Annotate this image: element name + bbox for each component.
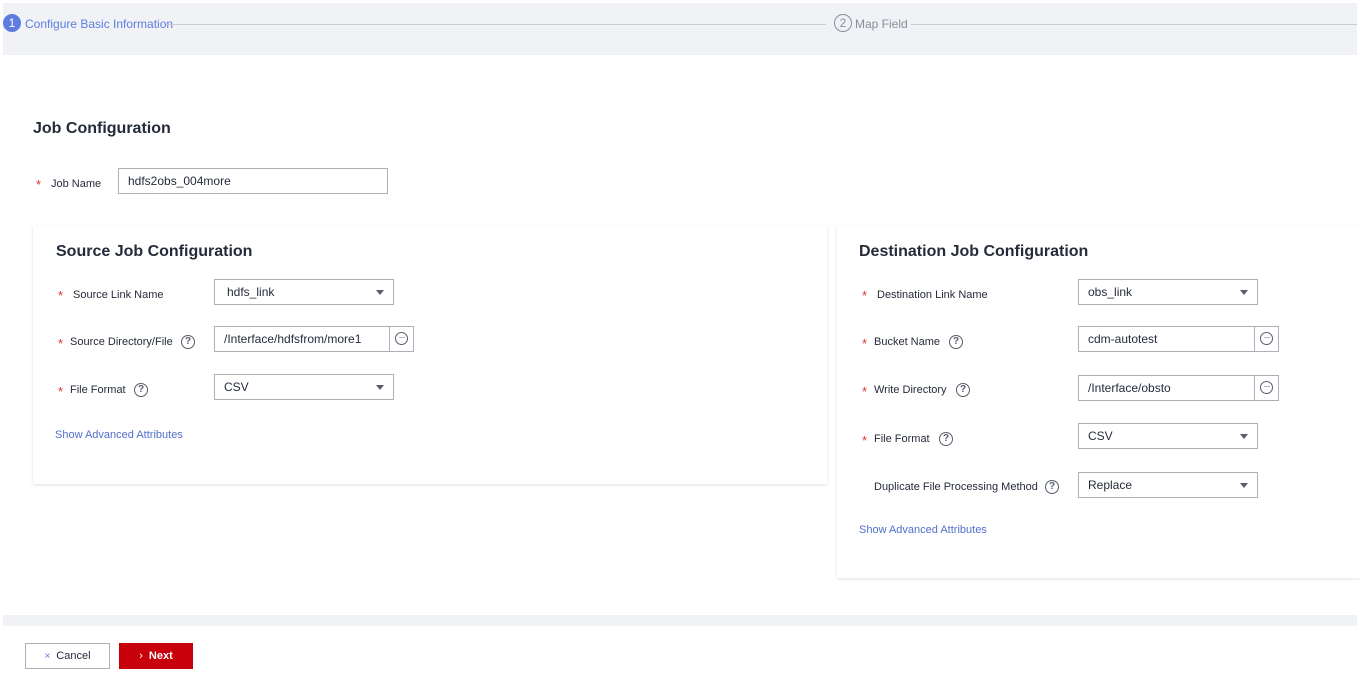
help-icon[interactable]: ? xyxy=(939,432,953,446)
bucket-name-input[interactable]: cdm-autotest ··· xyxy=(1078,326,1279,352)
chevron-down-icon xyxy=(1240,483,1248,488)
destination-config-card: Destination Job Configuration * Destinat… xyxy=(837,226,1360,578)
source-advanced-attributes-link[interactable]: Show Advanced Attributes xyxy=(55,429,183,441)
required-marker: * xyxy=(36,177,42,192)
chevron-down-icon xyxy=(1240,290,1248,295)
source-config-title: Source Job Configuration xyxy=(56,243,253,260)
step-2-number: 2 xyxy=(834,14,852,32)
bucket-name-value: cdm-autotest xyxy=(1088,332,1158,346)
destination-config-title: Destination Job Configuration xyxy=(859,243,1089,260)
required-marker: * xyxy=(58,336,64,351)
source-directory-value: /Interface/hdfsfrom/more1 xyxy=(224,332,362,346)
step-1-label: Configure Basic Information xyxy=(25,17,174,31)
chevron-down-icon xyxy=(1240,434,1248,439)
destination-file-format-value: CSV xyxy=(1088,429,1113,443)
step-1-number: 1 xyxy=(3,14,21,32)
write-directory-input[interactable]: /Interface/obsto ··· xyxy=(1078,375,1279,401)
required-marker: * xyxy=(862,336,868,351)
close-icon: × xyxy=(44,651,51,662)
required-marker: * xyxy=(862,288,868,303)
source-file-format-value: CSV xyxy=(224,380,249,394)
next-button[interactable]: › Next xyxy=(119,643,193,669)
destination-file-format-select[interactable]: CSV xyxy=(1078,423,1258,449)
source-directory-label: Source Directory/File xyxy=(70,336,173,348)
destination-link-name-label: Destination Link Name xyxy=(877,289,988,301)
cancel-label: Cancel xyxy=(56,650,91,662)
browse-button[interactable]: ··· xyxy=(1254,327,1278,351)
duplicate-processing-value: Replace xyxy=(1088,478,1133,492)
bucket-name-label: Bucket Name xyxy=(874,336,941,348)
help-icon[interactable]: ? xyxy=(181,335,195,349)
browse-button[interactable]: ··· xyxy=(1254,376,1278,400)
source-file-format-label: File Format xyxy=(70,384,126,396)
source-link-name-value: hdfs_link xyxy=(227,285,275,299)
help-icon[interactable]: ? xyxy=(956,383,970,397)
source-file-format-select[interactable]: CSV xyxy=(214,374,394,400)
required-marker: * xyxy=(862,384,868,399)
write-directory-value: /Interface/obsto xyxy=(1088,381,1171,395)
required-marker: * xyxy=(58,384,64,399)
required-marker: * xyxy=(58,288,64,303)
required-marker: * xyxy=(862,433,868,448)
destination-link-name-value: obs_link xyxy=(1088,285,1133,299)
chevron-right-icon: › xyxy=(139,650,143,662)
step-connector xyxy=(166,24,826,25)
chevron-down-icon xyxy=(376,290,384,295)
more-icon: ··· xyxy=(1260,381,1273,394)
next-label: Next xyxy=(148,650,173,662)
more-icon: ··· xyxy=(395,332,408,345)
step-2-label: Map Field xyxy=(855,17,908,31)
browse-button[interactable]: ··· xyxy=(389,327,413,351)
destination-link-name-select[interactable]: obs_link xyxy=(1078,279,1258,305)
help-icon[interactable]: ? xyxy=(949,335,963,349)
cancel-button[interactable]: × Cancel xyxy=(25,643,110,669)
source-link-name-select[interactable]: hdfs_link xyxy=(214,279,394,305)
destination-advanced-attributes-link[interactable]: Show Advanced Attributes xyxy=(859,524,987,536)
job-config-title: Job Configuration xyxy=(33,120,171,137)
help-icon[interactable]: ? xyxy=(134,383,148,397)
source-link-name-label: Source Link Name xyxy=(73,289,164,301)
footer-divider xyxy=(3,615,1357,626)
duplicate-processing-label: Duplicate File Processing Method xyxy=(874,481,1038,493)
source-config-card: Source Job Configuration * Source Link N… xyxy=(33,226,827,484)
step-trailing-line xyxy=(911,24,1357,25)
wizard-steps: 1 Configure Basic Information 2 Map Fiel… xyxy=(3,3,1357,55)
destination-file-format-label: File Format xyxy=(874,433,930,445)
chevron-down-icon xyxy=(376,385,384,390)
job-name-input[interactable]: hdfs2obs_004more xyxy=(118,168,388,194)
more-icon: ··· xyxy=(1260,332,1273,345)
job-name-label: Job Name xyxy=(51,178,102,190)
help-icon[interactable]: ? xyxy=(1045,480,1059,494)
write-directory-label: Write Directory xyxy=(874,384,947,396)
duplicate-processing-select[interactable]: Replace xyxy=(1078,472,1258,498)
source-directory-input[interactable]: /Interface/hdfsfrom/more1 ··· xyxy=(214,326,414,352)
